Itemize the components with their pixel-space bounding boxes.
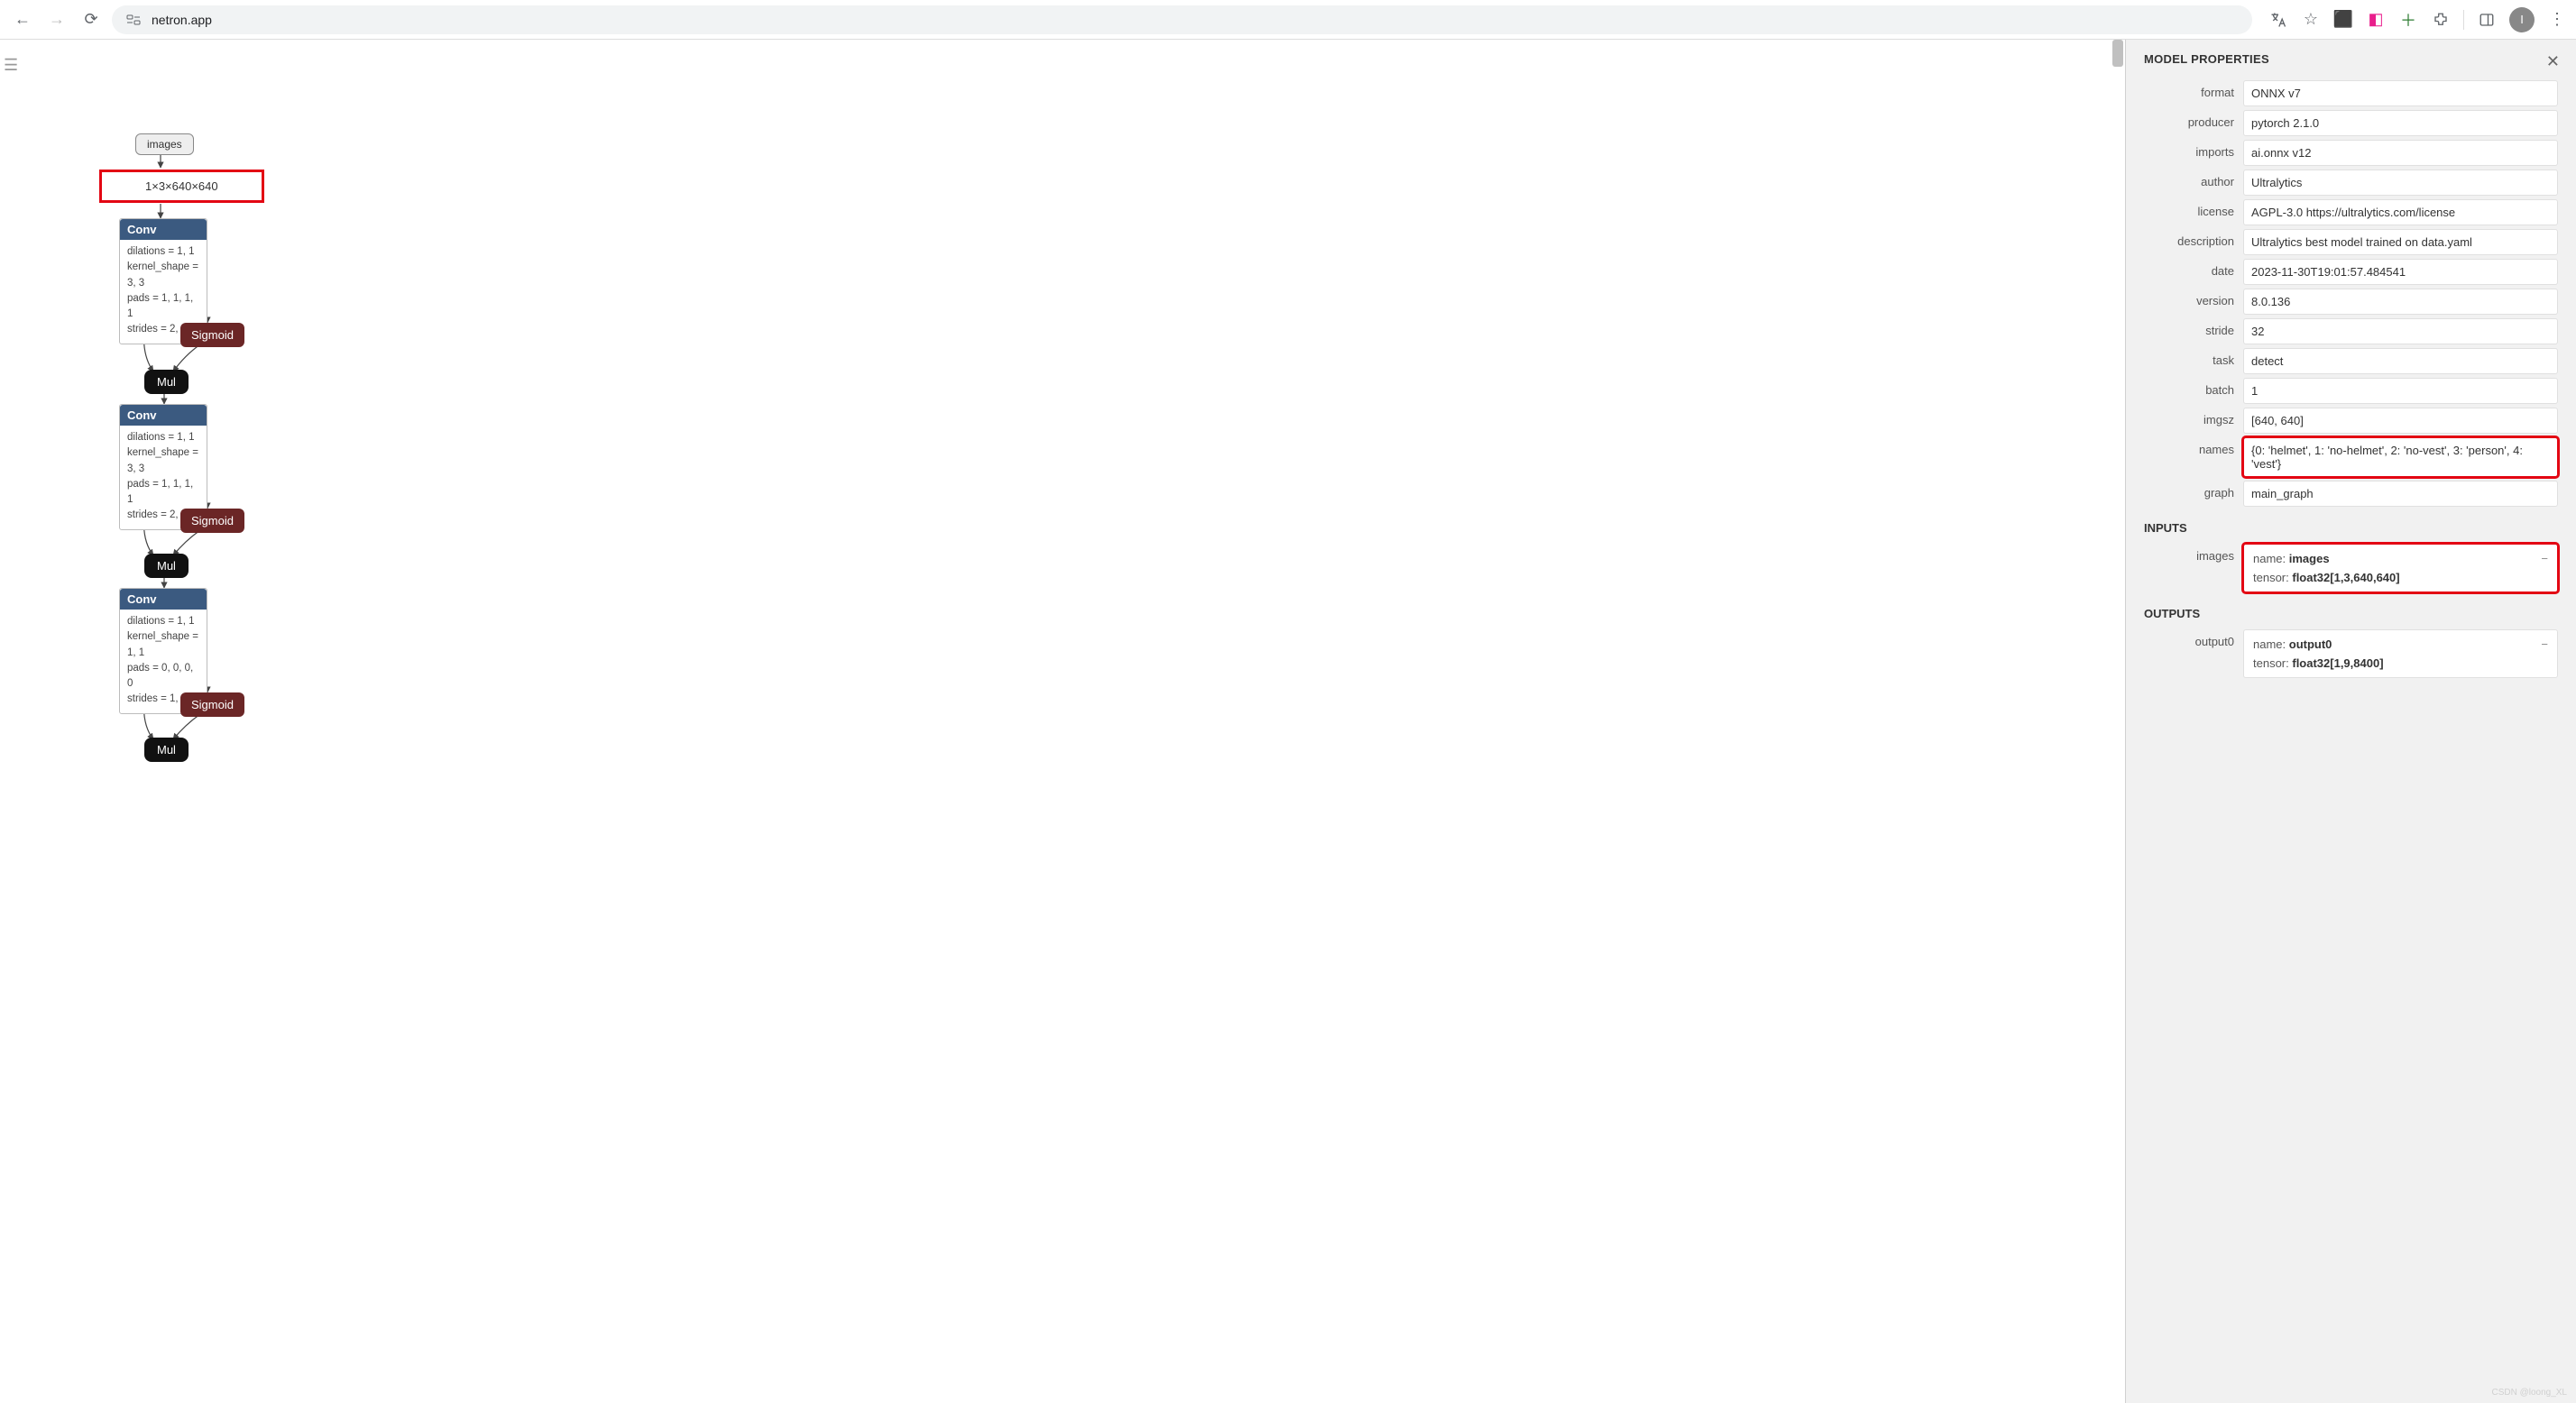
attr: kernel_shape = 3, 3 [127,445,199,477]
workspace: ☰ [0,40,2576,1403]
prop-row-stride: stride32 [2144,318,2558,344]
node-conv-2-title: Conv [120,405,207,426]
attr: dilations = 1, 1 [127,430,199,445]
prop-row-imports: importsai.onnx v12 [2144,140,2558,166]
prop-label: graph [2144,481,2243,507]
sidepanel-icon[interactable] [2477,10,2497,30]
prop-row-format: formatONNX v7 [2144,80,2558,106]
prop-label: producer [2144,110,2243,136]
prop-label: license [2144,199,2243,225]
attr: pads = 1, 1, 1, 1 [127,291,199,323]
profile-avatar[interactable]: I [2509,7,2535,32]
prop-label: imports [2144,140,2243,166]
prop-value[interactable]: [640, 640] [2243,408,2558,434]
output-box[interactable]: −name: output0tensor: float32[1,9,8400] [2243,629,2558,678]
kebab-menu-icon[interactable]: ⋮ [2547,10,2567,30]
extension-3-icon[interactable]: ＋ [2398,10,2418,30]
prop-row-version: version8.0.136 [2144,289,2558,315]
input-row-images: images−name: imagestensor: float32[1,3,6… [2144,544,2558,592]
node-conv-1-title: Conv [120,219,207,240]
prop-value[interactable]: {0: 'helmet', 1: 'no-helmet', 2: 'no-ves… [2243,437,2558,477]
watermark: CSDN @loong_XL [2491,1388,2567,1398]
attr: dilations = 1, 1 [127,244,199,260]
prop-row-batch: batch1 [2144,378,2558,404]
address-bar[interactable]: netron.app [112,5,2252,34]
extension-1-icon[interactable]: ⬛ [2333,10,2353,30]
prop-value[interactable]: 8.0.136 [2243,289,2558,315]
prop-label: date [2144,259,2243,285]
site-settings-icon[interactable] [124,11,143,29]
prop-label: imgsz [2144,408,2243,434]
node-conv-3-title: Conv [120,589,207,610]
prop-value[interactable]: pytorch 2.1.0 [2243,110,2558,136]
prop-label: version [2144,289,2243,315]
attr: pads = 1, 1, 1, 1 [127,477,199,509]
node-sigmoid-3[interactable]: Sigmoid [180,692,244,717]
graph-edges [0,40,2125,1403]
output-row-output0: output0−name: output0tensor: float32[1,9… [2144,629,2558,678]
input-label: images [2144,544,2243,592]
prop-label: description [2144,229,2243,255]
prop-value[interactable]: AGPL-3.0 https://ultralytics.com/license [2243,199,2558,225]
node-mul-1[interactable]: Mul [144,370,189,394]
prop-value[interactable]: Ultralytics best model trained on data.y… [2243,229,2558,255]
collapse-icon[interactable]: − [2541,552,2548,565]
prop-label: format [2144,80,2243,106]
prop-label: names [2144,437,2243,477]
prop-row-producer: producerpytorch 2.1.0 [2144,110,2558,136]
prop-row-graph: graphmain_graph [2144,481,2558,507]
star-icon[interactable]: ☆ [2301,10,2321,30]
output-label: output0 [2144,629,2243,678]
back-button[interactable]: ← [9,6,36,33]
prop-value[interactable]: Ultralytics [2243,170,2558,196]
prop-row-description: descriptionUltralytics best model traine… [2144,229,2558,255]
attr: kernel_shape = 3, 3 [127,260,199,291]
node-mul-2[interactable]: Mul [144,554,189,578]
panel-title: MODEL PROPERTIES [2144,52,2558,66]
attr: pads = 0, 0, 0, 0 [127,661,199,692]
prop-row-task: taskdetect [2144,348,2558,374]
prop-row-author: authorUltralytics [2144,170,2558,196]
prop-row-license: licenseAGPL-3.0 https://ultralytics.com/… [2144,199,2558,225]
node-sigmoid-2[interactable]: Sigmoid [180,509,244,533]
prop-label: author [2144,170,2243,196]
prop-label: task [2144,348,2243,374]
collapse-icon[interactable]: − [2541,637,2548,651]
prop-value[interactable]: 1 [2243,378,2558,404]
prop-label: batch [2144,378,2243,404]
prop-value[interactable]: 32 [2243,318,2558,344]
attr: kernel_shape = 1, 1 [127,629,199,661]
scrollbar[interactable] [2111,40,2125,1403]
prop-row-date: date2023-11-30T19:01:57.484541 [2144,259,2558,285]
prop-value[interactable]: ai.onnx v12 [2243,140,2558,166]
separator [2463,10,2464,30]
node-input-images[interactable]: images [135,133,194,155]
inputs-heading: INPUTS [2144,521,2558,535]
prop-row-imgsz: imgsz[640, 640] [2144,408,2558,434]
prop-value[interactable]: main_graph [2243,481,2558,507]
url-text: netron.app [152,13,212,27]
browser-toolbar: ← → ⟳ netron.app ☆ ⬛ ◧ ＋ I ⋮ [0,0,2576,40]
translate-icon[interactable] [2268,10,2288,30]
node-input-shape[interactable]: 1×3×640×640 [99,170,264,203]
browser-actions: ☆ ⬛ ◧ ＋ I ⋮ [2259,7,2567,32]
prop-row-names: names{0: 'helmet', 1: 'no-helmet', 2: 'n… [2144,437,2558,477]
graph-canvas[interactable]: images 1×3×640×640 Conv dilations = 1, 1… [0,40,2125,1403]
prop-value[interactable]: ONNX v7 [2243,80,2558,106]
extension-2-icon[interactable]: ◧ [2366,10,2386,30]
node-mul-3[interactable]: Mul [144,738,189,762]
reload-button[interactable]: ⟳ [78,6,105,33]
input-box[interactable]: −name: imagestensor: float32[1,3,640,640… [2243,544,2558,592]
properties-panel: ✕ MODEL PROPERTIES formatONNX v7producer… [2125,40,2576,1403]
scrollbar-thumb[interactable] [2112,40,2123,67]
node-sigmoid-1[interactable]: Sigmoid [180,323,244,347]
prop-value[interactable]: detect [2243,348,2558,374]
outputs-heading: OUTPUTS [2144,607,2558,620]
attr: dilations = 1, 1 [127,614,199,629]
forward-button[interactable]: → [43,6,70,33]
extensions-menu-icon[interactable] [2431,10,2451,30]
close-icon[interactable]: ✕ [2546,52,2560,71]
prop-label: stride [2144,318,2243,344]
prop-value[interactable]: 2023-11-30T19:01:57.484541 [2243,259,2558,285]
